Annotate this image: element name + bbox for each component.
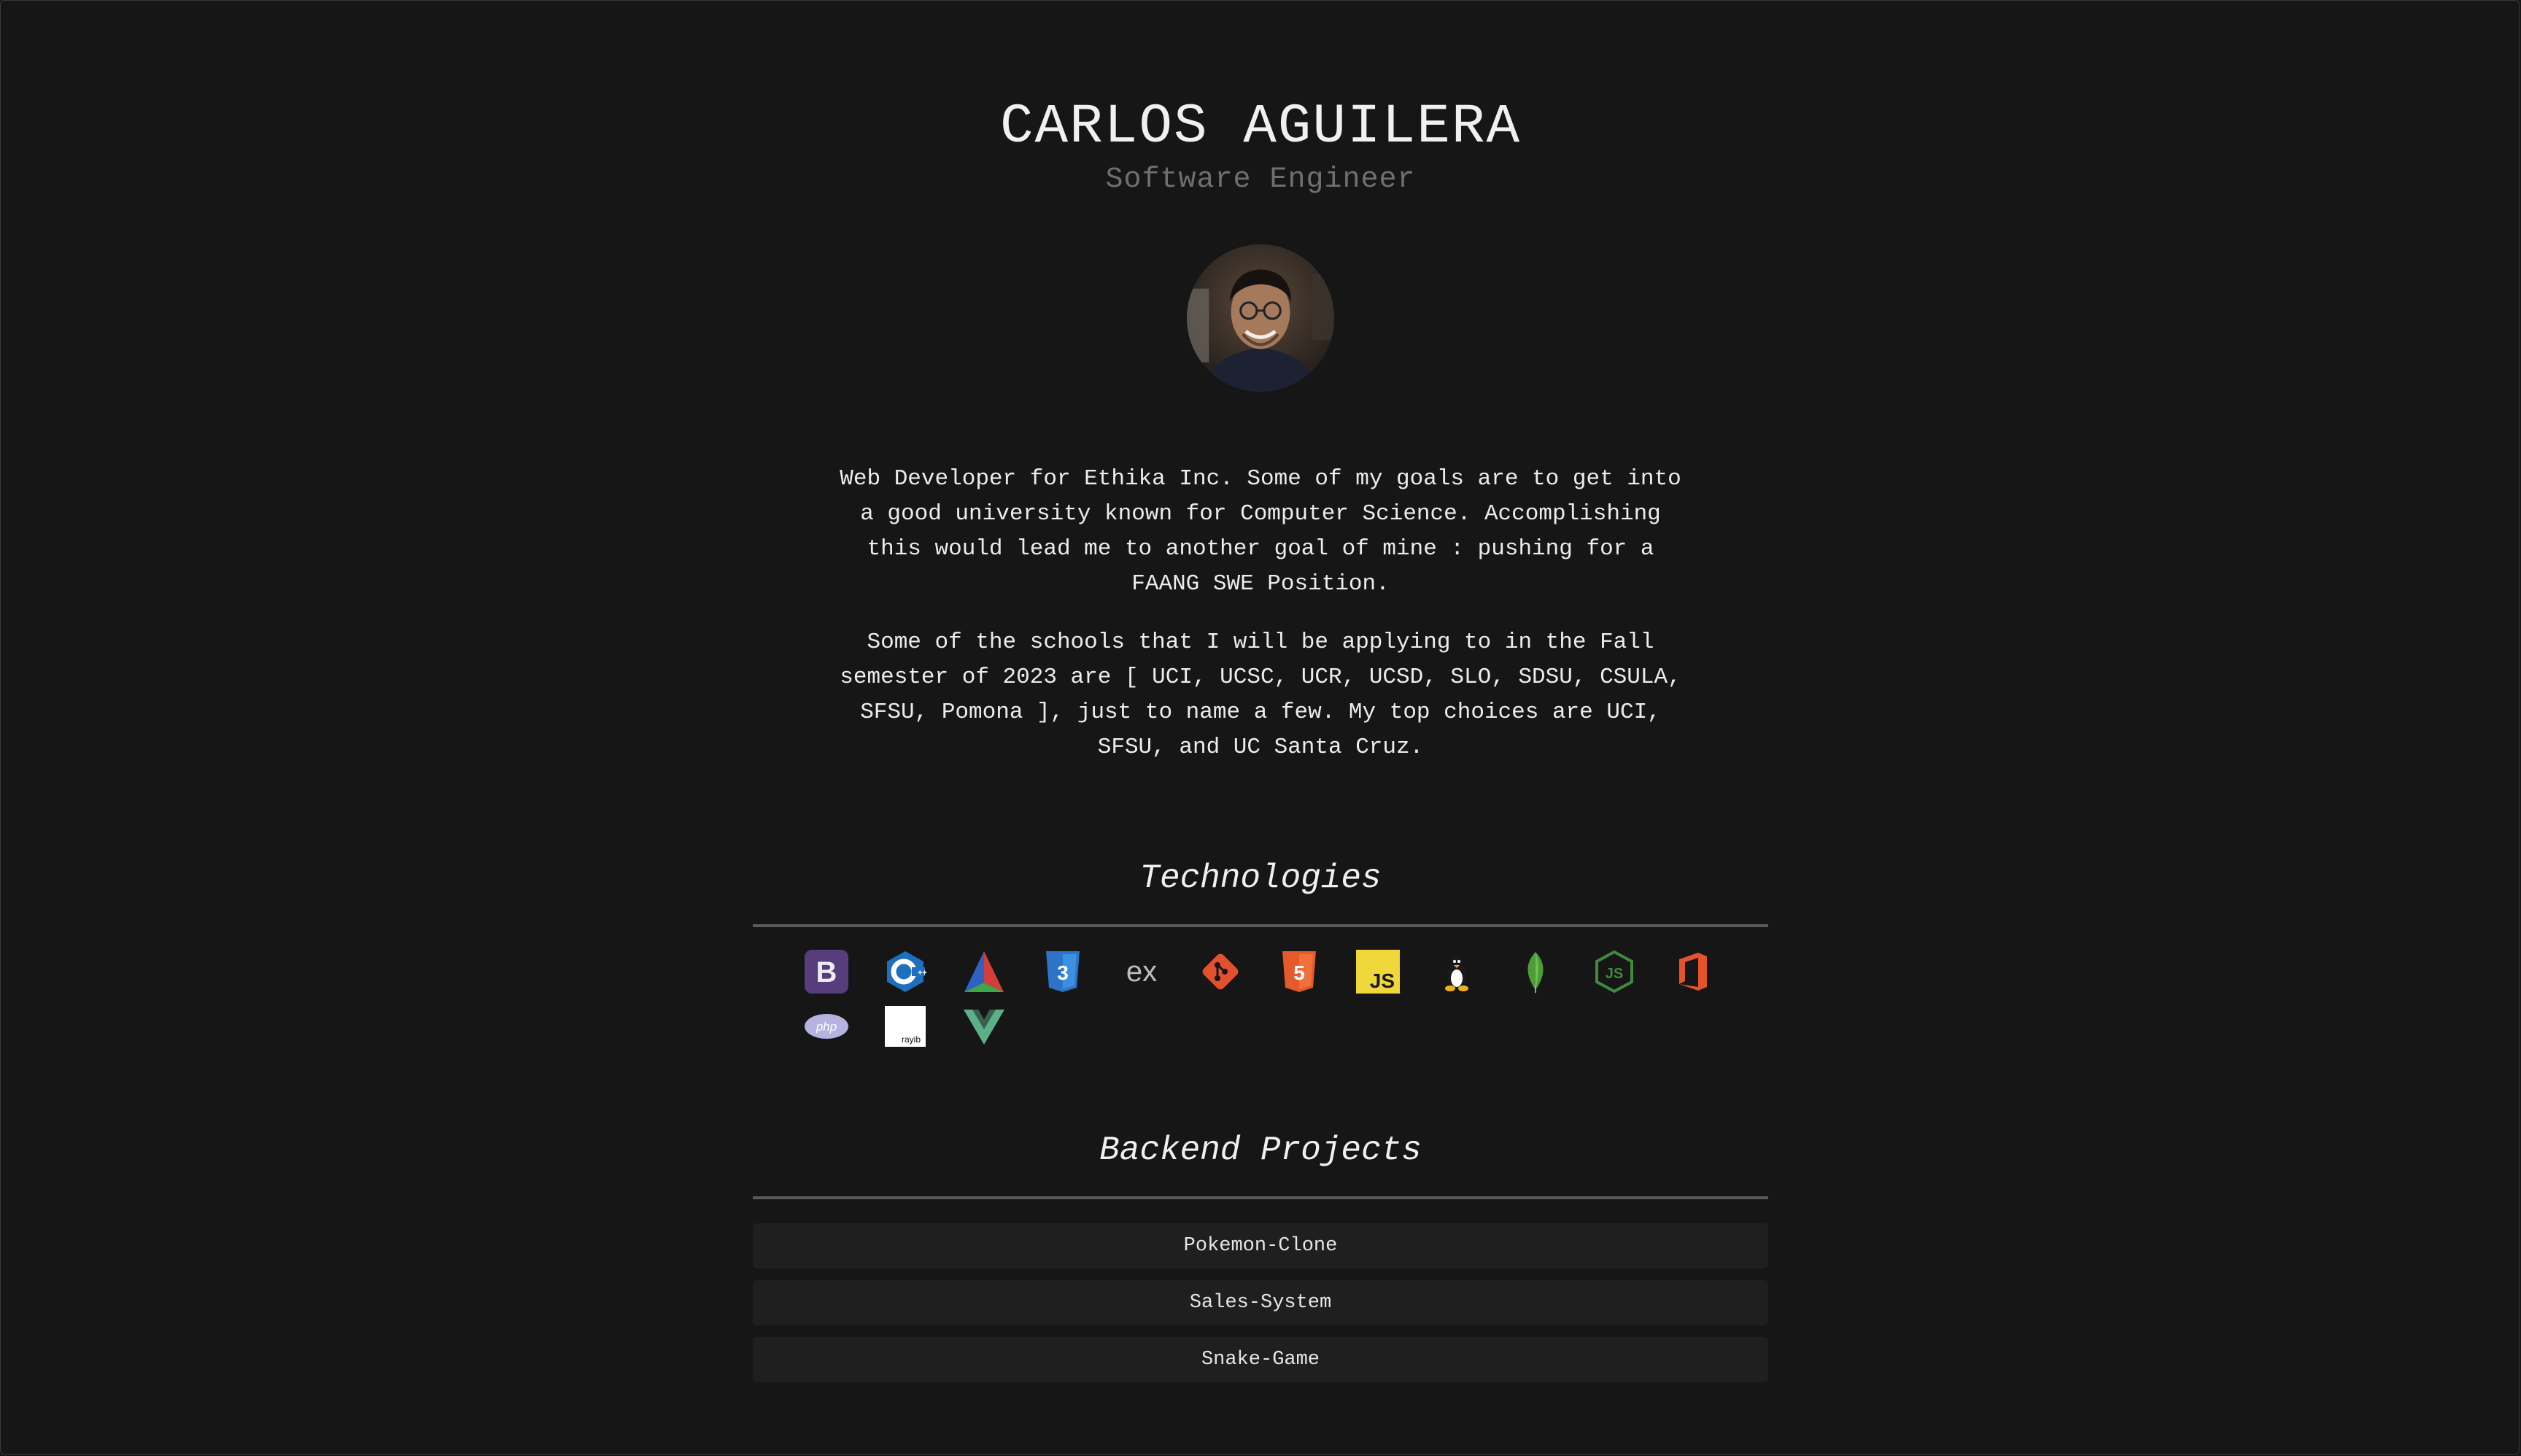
backend-projects-heading: Backend Projects <box>1099 1131 1422 1169</box>
project-button-pokemon-clone[interactable]: Pokemon-Clone <box>753 1223 1768 1269</box>
cmake-icon <box>961 949 1007 994</box>
page-title: CARLOS AGUILERA <box>999 96 1522 158</box>
technologies-divider <box>753 924 1768 927</box>
svg-text:B: B <box>816 956 837 988</box>
javascript-icon: JS <box>1355 949 1401 994</box>
express-icon: ex <box>1119 949 1164 994</box>
svg-text:php: php <box>816 1020 837 1034</box>
bootstrap-icon: B <box>804 949 849 994</box>
linux-icon <box>1434 949 1479 994</box>
vuejs-icon <box>961 1004 1007 1049</box>
bio-paragraph-1: Web Developer for Ethika Inc. Some of my… <box>840 466 1681 597</box>
php-icon: php <box>804 1004 849 1049</box>
mongodb-icon <box>1513 949 1558 994</box>
svg-text:3: 3 <box>1057 961 1069 984</box>
cplusplus-icon: ++ <box>883 949 928 994</box>
svg-text:JS: JS <box>1606 966 1623 982</box>
git-icon <box>1198 949 1243 994</box>
svg-text:JS: JS <box>1370 969 1395 992</box>
avatar-photo <box>1187 244 1334 392</box>
svg-text:rayib: rayib <box>902 1034 921 1045</box>
project-button-sales-system[interactable]: Sales-System <box>753 1280 1768 1325</box>
avatar <box>1187 244 1334 392</box>
rayib-icon: rayib <box>883 1004 928 1049</box>
svg-text:++: ++ <box>918 969 927 977</box>
office-icon <box>1670 949 1716 994</box>
technologies-heading: Technologies <box>1139 859 1382 897</box>
html5-icon: 5 <box>1277 949 1322 994</box>
portfolio-page: CARLOS AGUILERA Software Engineer Web De… <box>0 0 2521 1456</box>
css3-icon: 3 <box>1040 949 1085 994</box>
svg-text:5: 5 <box>1293 961 1305 984</box>
project-button-snake-game[interactable]: Snake-Game <box>753 1337 1768 1382</box>
bio-paragraph-2: Some of the schools that I will be apply… <box>840 630 1681 760</box>
nodejs-icon: JS <box>1592 949 1637 994</box>
projects-divider <box>753 1196 1768 1199</box>
svg-text:ex: ex <box>1126 956 1157 988</box>
subtitle: Software Engineer <box>1105 163 1416 196</box>
